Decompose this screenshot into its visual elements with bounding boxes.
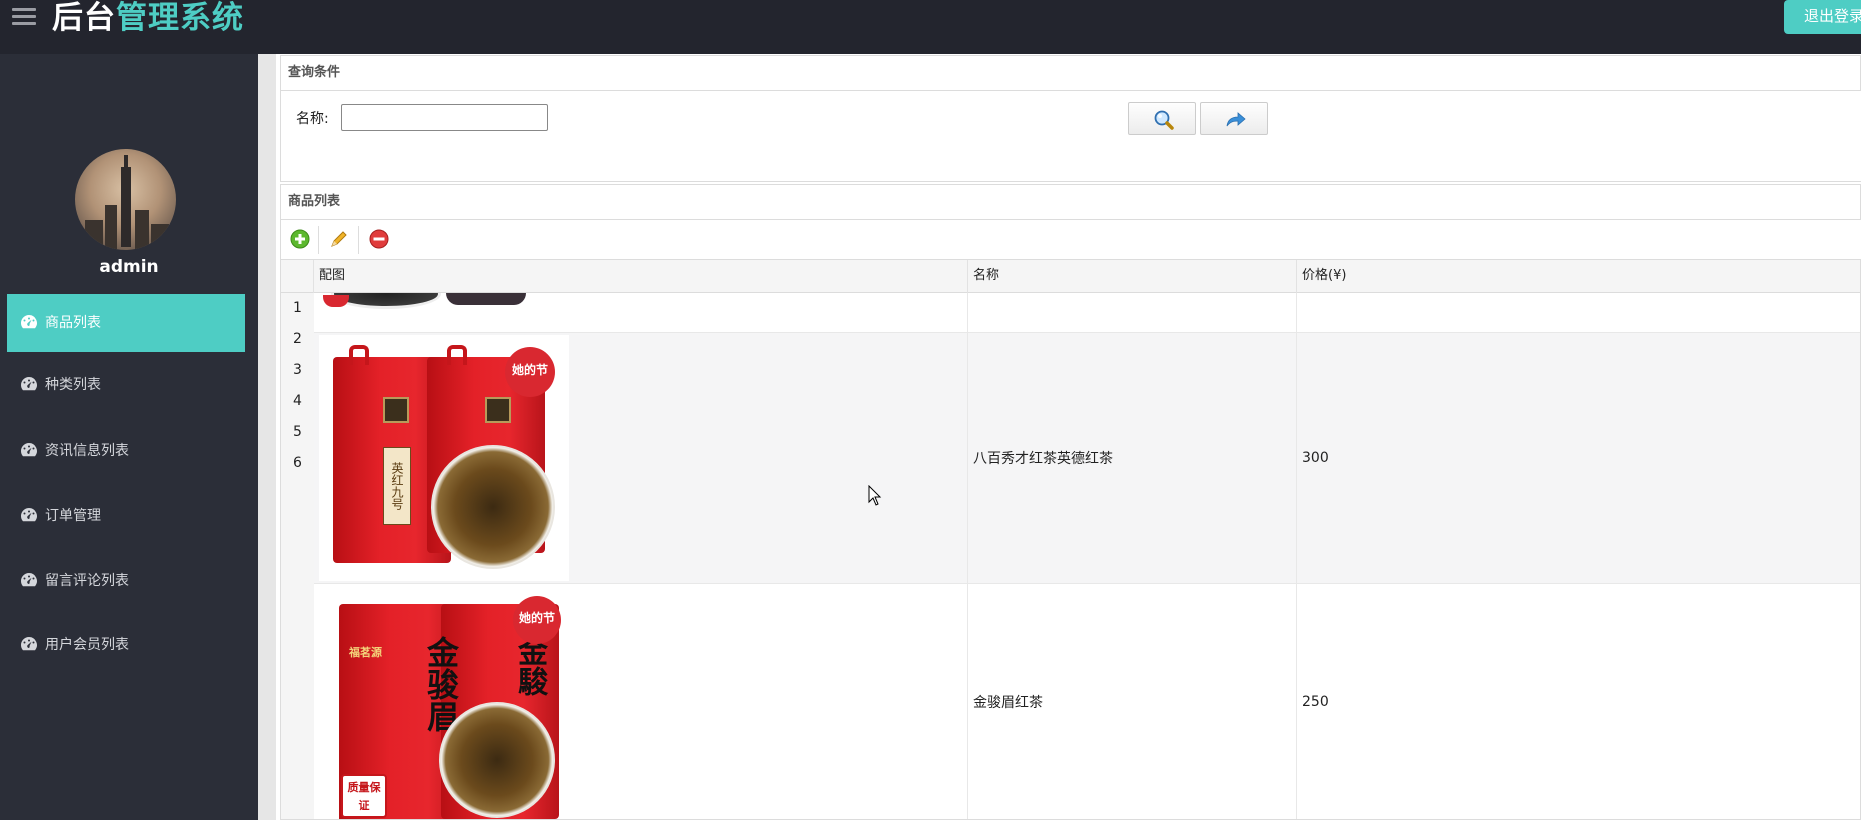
sidebar-item-members[interactable]: 用户会员列表: [7, 616, 245, 674]
column-header-image[interactable]: 配图: [314, 260, 968, 293]
name-label: 名称:: [296, 111, 329, 127]
price-cell: 250: [1297, 584, 1860, 819]
list-panel-title: 商品列表: [280, 184, 1861, 220]
sidebar-item-orders[interactable]: 订单管理: [7, 487, 245, 545]
sidebar-item-categories[interactable]: 种类列表: [7, 356, 245, 414]
search-button[interactable]: [1128, 102, 1196, 135]
promo-badge: 她的节: [505, 347, 555, 397]
product-image: 英红九号 她的节: [319, 335, 569, 581]
sidebar-splitter[interactable]: [258, 54, 276, 820]
product-label-text: 英红九号: [383, 447, 411, 525]
logout-button[interactable]: 退出登录: [1784, 0, 1861, 34]
search-icon: [1154, 110, 1174, 130]
table-header: 配图 名称 价格(¥): [281, 260, 1860, 293]
dashboard-icon: [21, 508, 37, 522]
column-header-price[interactable]: 价格(¥): [1297, 260, 1860, 293]
main-content: 查询条件 名称: 商品列表 配图 名称 价格(¥) 1 2 3 4 5 6 英红…: [276, 54, 1861, 820]
dashboard-icon: [21, 377, 37, 391]
row-number: 2: [293, 331, 302, 347]
table-row[interactable]: [314, 293, 1860, 333]
image-cell: 金骏眉 金駿 福茗源 她的节 质量保证: [314, 584, 968, 819]
top-bar: 后台管理系统 退出登录: [0, 0, 1861, 54]
row-number: 3: [293, 362, 302, 378]
edit-icon[interactable]: [328, 228, 350, 250]
product-image: [321, 293, 571, 315]
mouse-cursor-icon: [868, 485, 882, 506]
price-cell: [1297, 293, 1860, 332]
name-cell: 八百秀才红茶英德红茶: [968, 333, 1297, 583]
name-cell: 金骏眉红茶: [968, 584, 1297, 819]
name-cell: [968, 293, 1297, 332]
username: admin: [99, 257, 159, 277]
brand-label: 福茗源: [349, 646, 382, 659]
table-row[interactable]: 金骏眉 金駿 福茗源 她的节 质量保证 金骏眉红茶 250: [314, 584, 1860, 819]
delete-icon[interactable]: [368, 228, 390, 250]
product-price: 250: [1302, 694, 1329, 710]
dashboard-icon: [21, 443, 37, 457]
row-number: 1: [293, 300, 302, 316]
app-title-part2: 管理系统: [116, 0, 244, 36]
product-image: 金骏眉 金駿 福茗源 她的节 质量保证: [319, 596, 569, 819]
sidebar-item-label: 订单管理: [45, 508, 101, 524]
price-cell: 300: [1297, 333, 1860, 583]
sidebar: admin 商品列表 种类列表 资讯信息列表 订单管理 留言评论列表 用户会员列…: [0, 54, 258, 820]
name-search-input[interactable]: [341, 104, 548, 131]
dashboard-icon: [21, 637, 37, 651]
product-table: 配图 名称 价格(¥) 1 2 3 4 5 6 英红九号 她的节 八百秀才红茶英…: [280, 259, 1861, 820]
image-cell: [314, 293, 968, 332]
product-name: 金骏眉红茶: [973, 695, 1043, 711]
reset-button[interactable]: [1200, 102, 1268, 135]
app-title: 后台管理系统: [52, 0, 244, 36]
row-number: 4: [293, 393, 302, 409]
product-price: 300: [1302, 450, 1329, 466]
promo-badge: 她的节: [513, 596, 561, 644]
sidebar-item-label: 商品列表: [45, 315, 101, 331]
column-header-name[interactable]: 名称: [968, 260, 1297, 293]
row-number-column: 1 2 3 4 5 6: [281, 293, 314, 819]
product-name: 八百秀才红茶英德红茶: [973, 451, 1113, 467]
sidebar-item-label: 资讯信息列表: [45, 443, 129, 459]
sidebar-item-comments[interactable]: 留言评论列表: [7, 552, 245, 610]
sidebar-item-label: 种类列表: [45, 377, 101, 393]
row-number: 5: [293, 424, 302, 440]
table-row[interactable]: 英红九号 她的节 八百秀才红茶英德红茶 300: [314, 333, 1860, 584]
sidebar-item-label: 留言评论列表: [45, 573, 129, 589]
sidebar-item-label: 用户会员列表: [45, 637, 129, 653]
app-title-part1: 后台: [52, 0, 116, 36]
redo-arrow-icon: [1226, 112, 1246, 127]
list-toolbar: [280, 220, 1861, 259]
product-label-text: 金骏眉: [422, 636, 460, 732]
sidebar-item-news[interactable]: 资讯信息列表: [7, 422, 245, 480]
avatar: [75, 149, 176, 250]
hamburger-menu-icon[interactable]: [12, 8, 36, 28]
quality-badge: 质量保证: [341, 774, 387, 818]
rownum-header: [281, 260, 314, 293]
dashboard-icon: [21, 573, 37, 587]
add-icon[interactable]: [289, 228, 311, 250]
row-number: 6: [293, 455, 302, 471]
sidebar-item-products[interactable]: 商品列表: [7, 294, 245, 352]
dashboard-icon: [21, 315, 37, 329]
image-cell: 英红九号 她的节: [314, 333, 968, 583]
query-panel-title: 查询条件: [280, 55, 1861, 91]
query-panel: 名称:: [280, 90, 1861, 182]
